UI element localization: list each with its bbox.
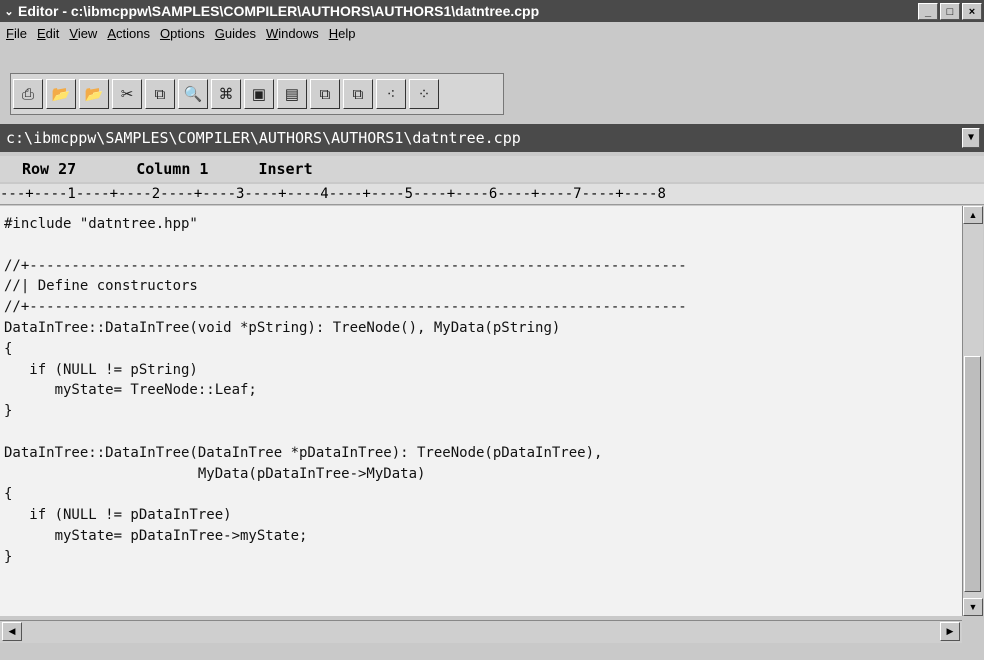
list-icon: ▤	[284, 86, 300, 103]
menu-view[interactable]: View	[69, 26, 97, 41]
close-button[interactable]: ×	[962, 2, 982, 20]
vertical-scrollbar[interactable]: ▲ ▼	[962, 206, 983, 616]
cascade-button[interactable]: ⁖	[376, 79, 406, 109]
scroll-right-icon[interactable]: ▶	[940, 622, 960, 641]
window-button[interactable]: ▣	[244, 79, 274, 109]
file-path: c:\ibmcppw\SAMPLES\COMPILER\AUTHORS\AUTH…	[6, 129, 521, 147]
open-button[interactable]: 📂	[46, 79, 76, 109]
open-alt-button[interactable]: 📂	[79, 79, 109, 109]
menu-windows[interactable]: Windows	[266, 26, 319, 41]
open-folder-icon: 📂	[51, 86, 71, 103]
code-editor[interactable]: #include "datntree.hpp" //+-------------…	[0, 206, 962, 616]
vertical-scroll-thumb[interactable]	[964, 356, 981, 592]
window-group-button[interactable]: ⧉	[343, 79, 373, 109]
scroll-left-icon[interactable]: ◀	[2, 622, 22, 641]
menu-guides[interactable]: Guides	[215, 26, 256, 41]
column-ruler: ---+----1----+----2----+----3----+----4-…	[0, 184, 984, 205]
scroll-up-icon[interactable]: ▲	[963, 206, 983, 224]
new-file-button[interactable]: ⎙	[13, 79, 43, 109]
open-folder-icon: 📂	[84, 86, 104, 103]
cut-button[interactable]: ✂	[112, 79, 142, 109]
row-indicator: Row 27	[22, 160, 77, 178]
scroll-down-icon[interactable]: ▼	[963, 598, 983, 616]
cascade-icon: ⁖	[386, 86, 396, 103]
find-icon: ⌘	[218, 86, 234, 103]
menu-bar: File Edit View Actions Options Guides Wi…	[0, 22, 984, 44]
tile-button[interactable]: ⁘	[409, 79, 439, 109]
file-path-bar: c:\ibmcppw\SAMPLES\COMPILER\AUTHORS\AUTH…	[0, 124, 984, 152]
copy-icon: ⧉	[154, 85, 166, 103]
search-button[interactable]: 🔍	[178, 79, 208, 109]
minimize-button[interactable]: _	[918, 2, 938, 20]
menu-edit[interactable]: Edit	[37, 26, 59, 41]
system-menu-icon[interactable]: ⌄	[0, 5, 18, 18]
window-icon: ▣	[251, 86, 267, 103]
editor-window: ⌄ Editor - c:\ibmcppw\SAMPLES\COMPILER\A…	[0, 0, 984, 660]
column-indicator: Column 1	[136, 160, 209, 178]
title-bar[interactable]: ⌄ Editor - c:\ibmcppw\SAMPLES\COMPILER\A…	[0, 0, 984, 22]
copy-button[interactable]: ⧉	[145, 79, 175, 109]
maximize-button[interactable]: □	[940, 2, 960, 20]
menu-actions[interactable]: Actions	[107, 26, 150, 41]
window-copy-icon: ⧉	[319, 85, 331, 103]
cut-icon: ✂	[120, 86, 134, 103]
window-group-icon: ⧉	[352, 85, 364, 103]
menu-help[interactable]: Help	[329, 26, 356, 41]
code-text[interactable]: #include "datntree.hpp" //+-------------…	[0, 206, 962, 568]
menu-options[interactable]: Options	[160, 26, 205, 41]
find-button[interactable]: ⌘	[211, 79, 241, 109]
horizontal-scrollbar[interactable]: ◀ ▶	[0, 620, 962, 643]
search-icon: 🔍	[183, 86, 203, 103]
list-button[interactable]: ▤	[277, 79, 307, 109]
status-bar: Row 27 Column 1 Insert	[0, 156, 984, 182]
menu-file[interactable]: File	[6, 26, 27, 41]
chevron-down-icon[interactable]: ▼	[962, 128, 980, 148]
window-copy-button[interactable]: ⧉	[310, 79, 340, 109]
window-title: Editor - c:\ibmcppw\SAMPLES\COMPILER\AUT…	[18, 3, 540, 19]
new-file-icon: ⎙	[21, 85, 34, 103]
tile-icon: ⁘	[417, 86, 431, 103]
mode-indicator: Insert	[258, 160, 313, 178]
